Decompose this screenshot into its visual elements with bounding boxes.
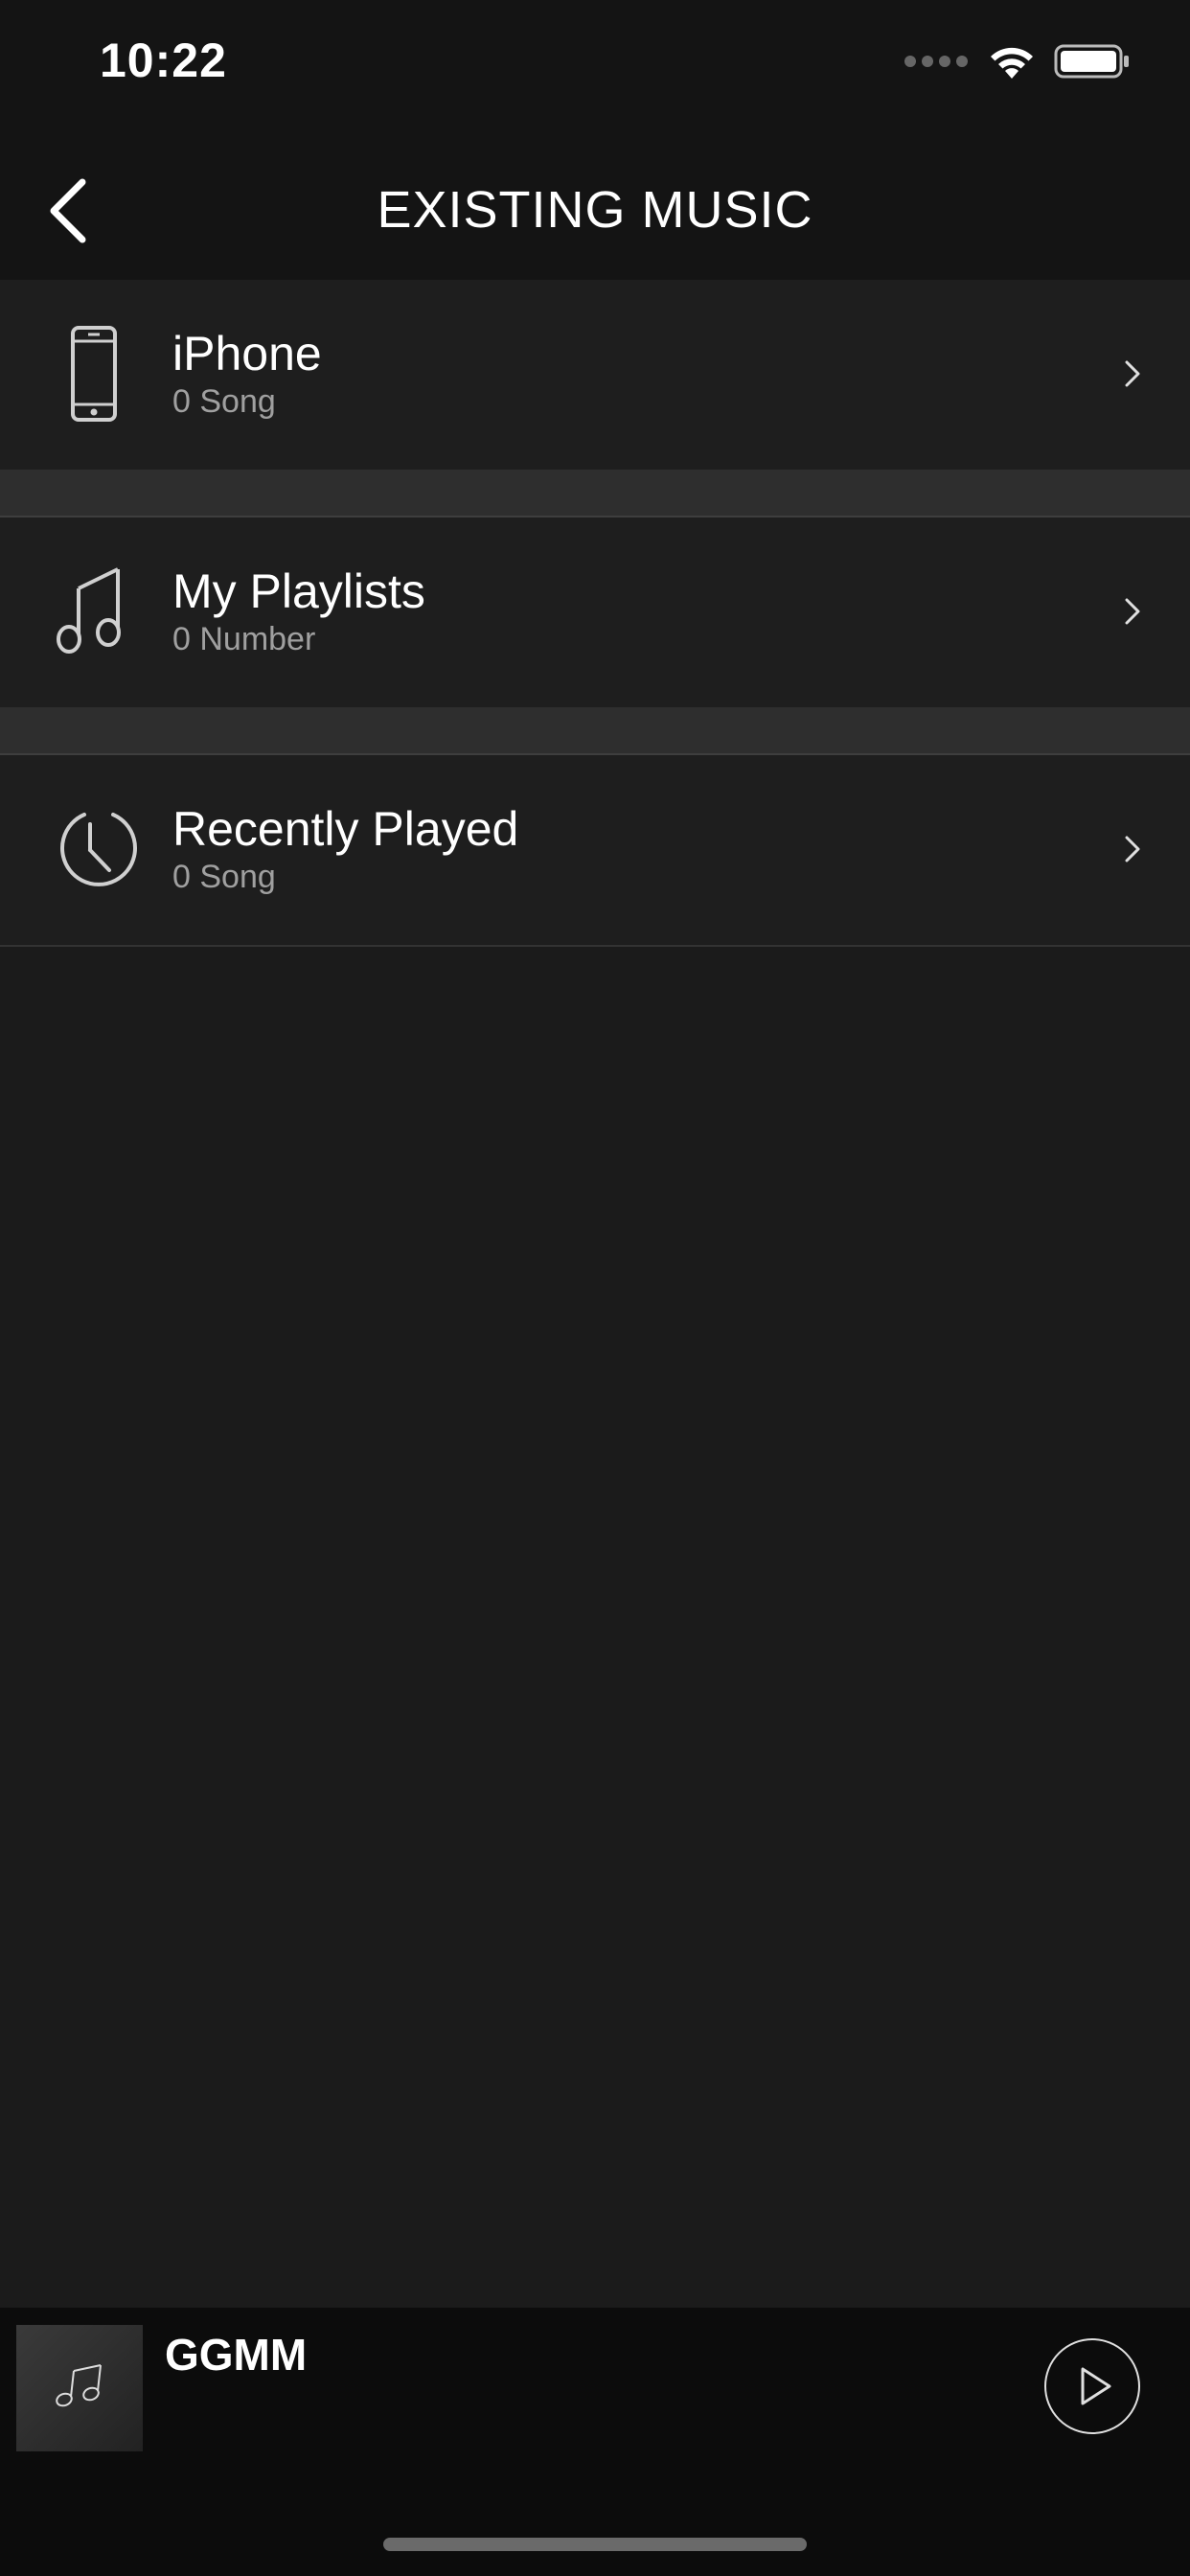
phone-icon xyxy=(71,326,117,422)
list-item-title: Recently Played xyxy=(172,802,519,856)
battery-icon xyxy=(1054,44,1129,79)
album-art[interactable] xyxy=(16,2325,143,2451)
status-bar: 10:22 xyxy=(0,0,1190,134)
page-title: EXISTING MUSIC xyxy=(377,181,813,239)
chevron-right-icon xyxy=(1125,598,1140,625)
now-playing-title: GGMM xyxy=(165,2330,308,2380)
nav-bar: EXISTING MUSIC xyxy=(0,134,1190,280)
home-indicator[interactable] xyxy=(383,2538,807,2551)
status-time: 10:22 xyxy=(100,34,227,87)
section-separator xyxy=(0,470,1190,518)
signal-icon xyxy=(904,56,968,67)
list-item-subtitle: 0 Number xyxy=(172,621,316,657)
list-item-title: My Playlists xyxy=(172,564,425,618)
list-item-iphone[interactable]: iPhone 0 Song xyxy=(0,280,1190,470)
list-divider xyxy=(0,945,1190,947)
status-icons xyxy=(904,42,1131,80)
clock-icon xyxy=(60,813,137,886)
music-note-icon xyxy=(56,2364,102,2407)
list-item-subtitle: 0 Song xyxy=(172,859,276,895)
mini-player[interactable]: GGMM xyxy=(0,2308,1190,2576)
list-item-title: iPhone xyxy=(172,327,322,380)
play-icon xyxy=(1081,2367,1111,2405)
play-button[interactable] xyxy=(1044,2338,1140,2434)
wifi-icon xyxy=(991,47,1033,79)
list-item-recently-played[interactable]: Recently Played 0 Song xyxy=(0,755,1190,945)
chevron-right-icon xyxy=(1125,360,1140,387)
list-item-subtitle: 0 Song xyxy=(172,383,276,420)
music-note-icon xyxy=(57,567,121,654)
list-item-my-playlists[interactable]: My Playlists 0 Number xyxy=(0,518,1190,707)
section-separator xyxy=(0,707,1190,755)
chevron-right-icon xyxy=(1125,836,1140,862)
